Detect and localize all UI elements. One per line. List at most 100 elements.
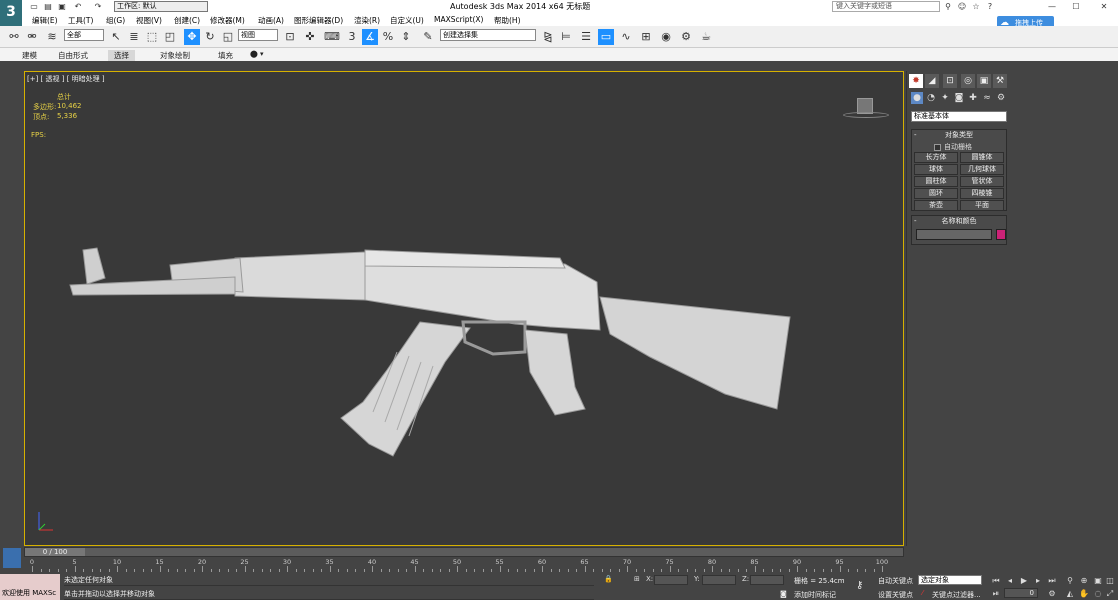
hierarchy-tab-icon[interactable]: ⊡ xyxy=(943,74,957,88)
time-slider[interactable]: 0 / 100 xyxy=(24,547,904,557)
maximize-viewport-icon[interactable]: ⤢ xyxy=(1104,588,1116,599)
open-file-icon[interactable]: ▤ xyxy=(42,1,54,12)
spacewarps-icon[interactable]: ≈ xyxy=(981,92,993,104)
ribbon-tab-modeling[interactable]: 建模 xyxy=(22,50,37,61)
category-dropdown[interactable]: 标准基本体 xyxy=(911,111,1007,122)
angle-snap-icon[interactable]: ∡ xyxy=(362,29,378,45)
fov-icon[interactable]: ◭ xyxy=(1064,588,1076,599)
menu-animation[interactable]: 动画(A) xyxy=(258,15,284,26)
maximize-icon[interactable]: ☐ xyxy=(1070,1,1082,12)
cone-button[interactable]: 圆锥体 xyxy=(960,152,1004,163)
object-type-header[interactable]: - 对象类型 xyxy=(912,130,1006,140)
pivot-center-icon[interactable]: ⊡ xyxy=(282,29,298,45)
align-icon[interactable]: ⊨ xyxy=(558,29,574,45)
y-field[interactable] xyxy=(702,575,736,585)
tube-button[interactable]: 管状体 xyxy=(960,176,1004,187)
plane-button[interactable]: 平面 xyxy=(960,200,1004,211)
menu-views[interactable]: 视图(V) xyxy=(136,15,162,26)
systems-icon[interactable]: ⚙ xyxy=(995,92,1007,104)
add-time-tag[interactable]: 添加时间标记 xyxy=(794,590,836,600)
save-icon[interactable]: ▣ xyxy=(56,1,68,12)
mini-listener-icon[interactable] xyxy=(3,548,21,568)
star-icon[interactable]: ☆ xyxy=(970,1,982,12)
bind-spacewarp-icon[interactable]: ≋ xyxy=(44,29,60,45)
window-crossing-icon[interactable]: ◰ xyxy=(162,29,178,45)
spinner-snap-icon[interactable]: ⇕ xyxy=(398,29,414,45)
mirror-icon[interactable]: ⧎ xyxy=(540,29,556,45)
snap-toggle-icon[interactable]: 3 xyxy=(344,29,360,45)
select-object-icon[interactable]: ↖ xyxy=(108,29,124,45)
user-icon[interactable]: ☺ xyxy=(956,1,968,12)
orbit-icon[interactable]: ◌ xyxy=(1092,588,1104,599)
z-field[interactable] xyxy=(750,575,784,585)
menu-group[interactable]: 组(G) xyxy=(106,15,125,26)
search-icon[interactable]: ⚲ xyxy=(942,1,954,12)
sphere-button[interactable]: 球体 xyxy=(914,164,958,175)
cameras-icon[interactable]: ◙ xyxy=(953,92,965,104)
menu-create[interactable]: 创建(C) xyxy=(174,15,200,26)
lock-selection-icon[interactable]: 🔒 xyxy=(604,575,613,583)
menu-edit[interactable]: 编辑(E) xyxy=(32,15,58,26)
layer-manager-icon[interactable]: ☰ xyxy=(578,29,594,45)
cylinder-button[interactable]: 圆柱体 xyxy=(914,176,958,187)
time-config-icon[interactable]: ⚙ xyxy=(1046,588,1058,599)
selection-filter-dropdown[interactable]: 全部 xyxy=(64,29,104,41)
x-field[interactable] xyxy=(654,575,688,585)
time-tag-icon[interactable]: ◙ xyxy=(780,590,787,598)
track-bar[interactable]: 0 5 10 15 20 25 30 35 40 45 50 55 60 65 70 75 80 85 90 95 10… xyxy=(24,558,904,572)
name-color-header[interactable]: - 名称和颜色 xyxy=(912,216,1006,226)
rifle-model[interactable] xyxy=(25,72,904,546)
utilities-tab-icon[interactable]: ⚒ xyxy=(993,74,1007,88)
named-selection-dropdown[interactable]: 创建选择集 xyxy=(440,29,536,41)
autogrid-checkbox[interactable]: 自动栅格 xyxy=(934,142,972,152)
go-to-start-icon[interactable]: ⏮ xyxy=(990,575,1002,586)
curve-editor-icon[interactable]: ∿ xyxy=(618,29,634,45)
time-slider-thumb[interactable]: 0 / 100 xyxy=(25,548,85,556)
maxscript-listener[interactable]: 欢迎使用 MAXSc xyxy=(0,574,60,600)
select-by-name-icon[interactable]: ≣ xyxy=(126,29,142,45)
geosphere-button[interactable]: 几何球体 xyxy=(960,164,1004,175)
object-color-swatch[interactable] xyxy=(996,229,1006,240)
key-icon[interactable]: ⚷ xyxy=(856,580,863,591)
workspace-dropdown[interactable]: 工作区: 默认 xyxy=(114,1,208,12)
checkbox-icon[interactable] xyxy=(934,143,941,151)
geometry-icon[interactable]: ● xyxy=(911,92,923,104)
menu-graph-editors[interactable]: 图形编辑器(D) xyxy=(294,15,343,26)
display-tab-icon[interactable]: ▣ xyxy=(977,74,991,88)
help-icon[interactable]: ? xyxy=(984,1,996,12)
select-move-icon[interactable]: ✥ xyxy=(184,29,200,45)
pan-icon[interactable]: ✋ xyxy=(1078,588,1090,599)
auto-key-button[interactable]: 自动关键点 xyxy=(878,576,913,586)
create-tab-icon[interactable]: ✸ xyxy=(909,74,923,88)
absolute-mode-icon[interactable]: ⊞ xyxy=(634,575,640,583)
box-button[interactable]: 长方体 xyxy=(914,152,958,163)
key-mode-icon[interactable]: ⏯ xyxy=(990,588,1002,599)
undo-icon[interactable]: ↶ xyxy=(72,1,84,12)
rect-selection-icon[interactable]: ⬚ xyxy=(144,29,160,45)
go-to-end-icon[interactable]: ⏭ xyxy=(1046,575,1058,586)
link-icon[interactable]: ⚯ xyxy=(6,29,22,45)
next-frame-icon[interactable]: ▸ xyxy=(1032,575,1044,586)
zoom-extents-all-icon[interactable]: ◫ xyxy=(1104,575,1116,586)
render-icon[interactable]: ☕ xyxy=(698,29,714,45)
lights-icon[interactable]: ✦ xyxy=(939,92,951,104)
edit-named-sets-icon[interactable]: ✎ xyxy=(420,29,436,45)
menu-customize[interactable]: 自定义(U) xyxy=(390,15,424,26)
select-rotate-icon[interactable]: ↻ xyxy=(202,29,218,45)
ribbon-tab-freeform[interactable]: 自由形式 xyxy=(58,50,88,61)
menu-rendering[interactable]: 渲染(R) xyxy=(354,15,380,26)
reference-coord-dropdown[interactable]: 视图 xyxy=(238,29,278,41)
redo-icon[interactable]: ↷ xyxy=(92,1,104,12)
zoom-extents-icon[interactable]: ▣ xyxy=(1092,575,1104,586)
pyramid-button[interactable]: 四棱锥 xyxy=(960,188,1004,199)
material-editor-icon[interactable]: ◉ xyxy=(658,29,674,45)
menu-maxscript[interactable]: MAXScript(X) xyxy=(434,15,483,24)
torus-button[interactable]: 圆环 xyxy=(914,188,958,199)
ribbon-tab-object-paint[interactable]: 对象绘制 xyxy=(160,50,190,61)
key-selection-dropdown[interactable]: 选定对象 xyxy=(918,575,982,585)
menu-tools[interactable]: 工具(T) xyxy=(68,15,93,26)
schematic-view-icon[interactable]: ⊞ xyxy=(638,29,654,45)
new-file-icon[interactable]: ▭ xyxy=(28,1,40,12)
select-scale-icon[interactable]: ◱ xyxy=(220,29,236,45)
ribbon-tab-populate[interactable]: 填充 xyxy=(218,50,233,61)
